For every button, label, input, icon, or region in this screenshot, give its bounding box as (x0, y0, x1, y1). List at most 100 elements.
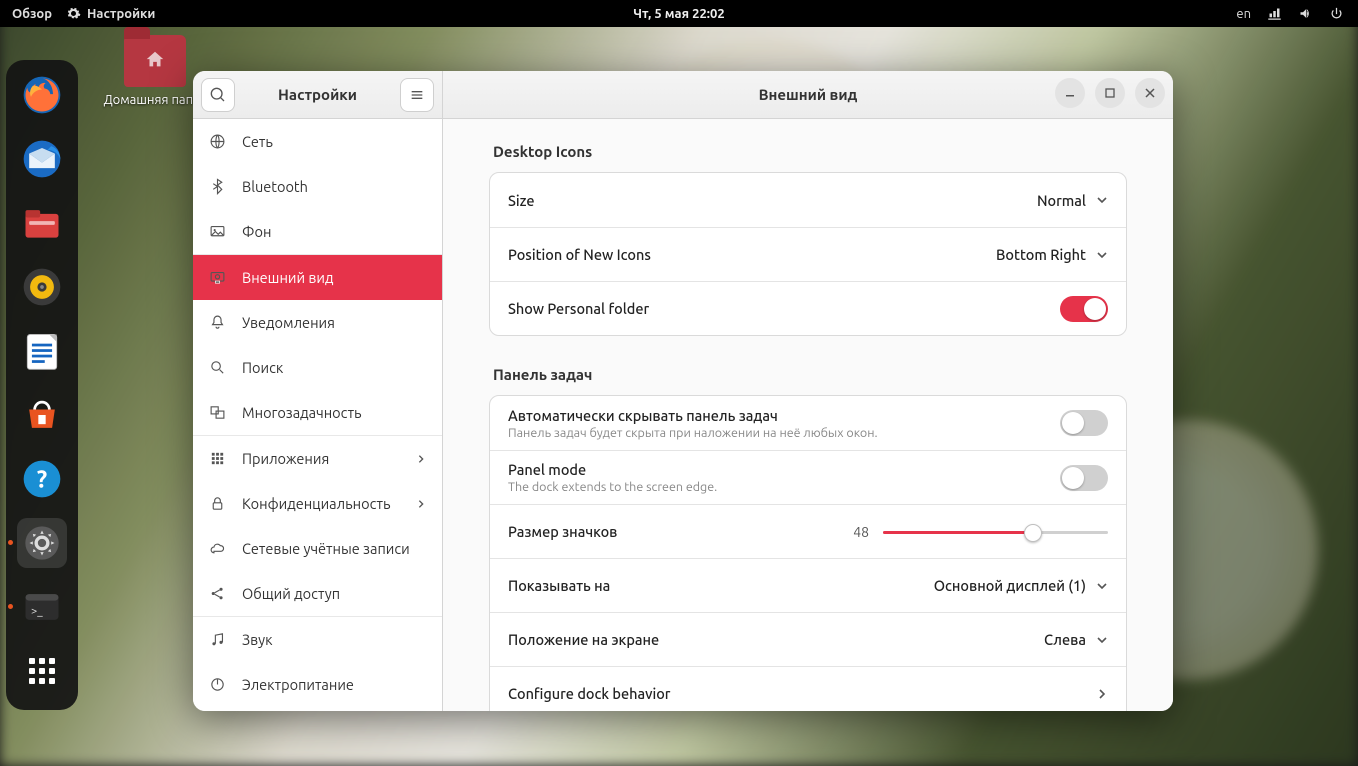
row-label: Panel mode (508, 461, 1060, 478)
minimize-button[interactable] (1055, 78, 1085, 108)
hamburger-icon (409, 87, 425, 103)
icon-size-slider[interactable] (883, 522, 1108, 542)
desktop-icon-label: Домашняя папка (104, 93, 207, 107)
power-icon[interactable] (1329, 6, 1344, 21)
dock-help[interactable]: ? (17, 454, 67, 504)
chevron-right-icon (416, 454, 426, 464)
chevron-right-icon (416, 499, 426, 509)
row-label: Автоматически скрывать панель задач (508, 407, 1060, 424)
dock-app-grid[interactable] (17, 646, 67, 696)
sidebar-title: Настройки (243, 86, 392, 103)
content-pane: Desktop Icons Size Normal Position of Ne… (443, 119, 1173, 711)
sidebar-item-appearance[interactable]: Внешний вид (193, 255, 442, 300)
volume-icon[interactable] (1298, 6, 1313, 21)
sidebar-item-cloud[interactable]: Сетевые учётные записи (193, 526, 442, 571)
row-autohide: Автоматически скрывать панель задач Пане… (490, 396, 1126, 450)
row-label: Показывать на (508, 577, 934, 594)
sidebar-item-multitask[interactable]: Многозадачность (193, 390, 442, 435)
top-bar: Обзор Настройки Чт, 5 мая 22:02 en (0, 0, 1358, 27)
row-label: Position of New Icons (508, 246, 996, 263)
autohide-switch[interactable] (1060, 410, 1108, 436)
minimize-icon (1064, 87, 1076, 99)
sidebar-item-label: Конфиденциальность (242, 495, 390, 512)
svg-text:>_: >_ (31, 605, 43, 617)
dock-libreoffice-writer[interactable] (17, 326, 67, 376)
row-dock-behavior[interactable]: Configure dock behavior (490, 666, 1126, 711)
sidebar-item-lock[interactable]: Конфиденциальность (193, 481, 442, 526)
sidebar-item-search[interactable]: Поиск (193, 345, 442, 390)
dock-terminal[interactable]: >_ (17, 582, 67, 632)
show-personal-folder-switch[interactable] (1060, 296, 1108, 322)
sidebar-item-share[interactable]: Общий доступ (193, 571, 442, 616)
sidebar-item-bluetooth[interactable]: Bluetooth (193, 164, 442, 209)
chevron-down-icon (1096, 634, 1108, 646)
dock-rhythmbox[interactable] (17, 262, 67, 312)
chevron-down-icon (1096, 249, 1108, 261)
dock-firefox[interactable] (17, 70, 67, 120)
dock: ? >_ (6, 60, 78, 710)
row-label: Size (508, 192, 1037, 209)
sidebar-item-apps[interactable]: Приложения (193, 436, 442, 481)
chevron-down-icon (1096, 194, 1108, 206)
row-icon-size-slider: Размер значков 48 (490, 504, 1126, 558)
chevron-down-icon (1096, 580, 1108, 592)
row-label: Размер значков (508, 523, 839, 540)
sidebar-item-label: Внешний вид (242, 269, 333, 286)
dock-files[interactable] (17, 198, 67, 248)
dock-software[interactable] (17, 390, 67, 440)
row-panel-mode: Panel mode The dock extends to the scree… (490, 450, 1126, 504)
sidebar-item-label: Сетевые учётные записи (242, 540, 410, 557)
row-label: Положение на экране (508, 631, 1044, 648)
settings-window: Настройки Внешний вид Сеть Bluetooth Фон Вн… (193, 71, 1173, 711)
sidebar-item-label: Электропитание (242, 676, 354, 693)
panel-mode-switch[interactable] (1060, 465, 1108, 491)
hamburger-button[interactable] (400, 78, 434, 112)
titlebar: Настройки Внешний вид (193, 71, 1173, 119)
sidebar-item-power[interactable]: Электропитание (193, 662, 442, 707)
row-icon-size[interactable]: Size Normal (490, 173, 1126, 227)
close-icon (1144, 87, 1156, 99)
search-button[interactable] (201, 78, 235, 112)
row-value: Основной дисплей (1) (934, 577, 1086, 594)
sidebar: Сеть Bluetooth Фон Внешний вид Уведомления По… (193, 119, 443, 711)
sidebar-item-bell[interactable]: Уведомления (193, 300, 442, 345)
close-button[interactable] (1135, 78, 1165, 108)
chevron-right-icon (1096, 688, 1108, 700)
sidebar-item-background[interactable]: Фон (193, 209, 442, 254)
sidebar-item-label: Фон (242, 223, 271, 240)
sidebar-item-globe[interactable]: Сеть (193, 119, 442, 164)
maximize-button[interactable] (1095, 78, 1125, 108)
sidebar-item-label: Звук (242, 631, 273, 648)
dock-thunderbird[interactable] (17, 134, 67, 184)
row-label: Show Personal folder (508, 300, 1060, 317)
slider-value: 48 (839, 524, 869, 540)
app-menu[interactable]: Настройки (66, 6, 155, 21)
row-new-icons-position[interactable]: Position of New Icons Bottom Right (490, 227, 1126, 281)
sidebar-item-label: Bluetooth (242, 178, 308, 195)
clock[interactable]: Чт, 5 мая 22:02 (633, 7, 724, 21)
row-show-personal-folder: Show Personal folder (490, 281, 1126, 335)
network-icon[interactable] (1267, 6, 1282, 21)
row-description: The dock extends to the screen edge. (508, 480, 1060, 494)
maximize-icon (1104, 87, 1116, 99)
row-value: Слева (1044, 631, 1086, 648)
row-show-on[interactable]: Показывать на Основной дисплей (1) (490, 558, 1126, 612)
folder-icon (124, 35, 186, 87)
row-value: Bottom Right (996, 246, 1086, 263)
app-menu-label: Настройки (87, 7, 155, 21)
sidebar-item-label: Уведомления (242, 314, 335, 331)
sidebar-item-label: Сеть (242, 133, 273, 150)
activities-button[interactable]: Обзор (12, 7, 52, 21)
gear-icon (66, 6, 81, 21)
keyboard-layout-indicator[interactable]: en (1236, 7, 1251, 21)
row-description: Панель задач будет скрыта при наложении … (508, 426, 1060, 440)
row-screen-position[interactable]: Положение на экране Слева (490, 612, 1126, 666)
group-taskbar-title: Панель задач (493, 366, 1127, 383)
page-title: Внешний вид (759, 86, 858, 103)
row-label: Configure dock behavior (508, 685, 1096, 702)
sidebar-item-music[interactable]: Звук (193, 617, 442, 662)
svg-text:?: ? (37, 465, 47, 492)
group-desktop-icons-title: Desktop Icons (493, 143, 1127, 160)
dock-settings[interactable] (17, 518, 67, 568)
sidebar-item-label: Многозадачность (242, 404, 362, 421)
